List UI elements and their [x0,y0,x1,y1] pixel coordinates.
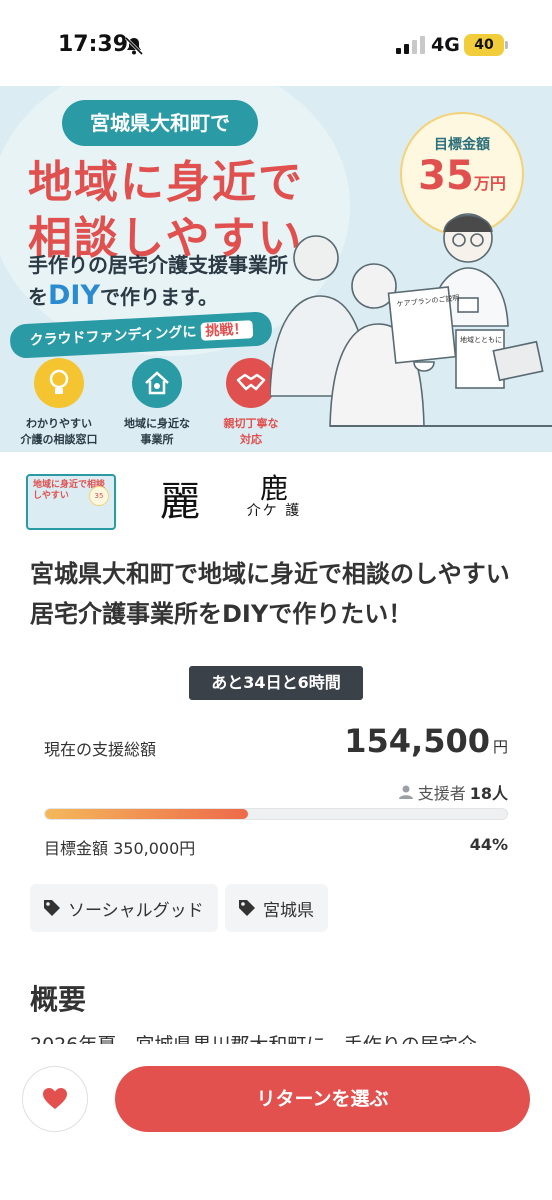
goal-badge-number: 35 [418,153,474,199]
hero-subtitle-line1: 手作りの居宅介護支援事業所 [28,253,288,277]
feature-line2: 介護の相談窓口 [20,433,98,446]
overview-text: 2026年夏、宮城県黒川郡大和町に、手作りの居宅介 [30,1030,530,1044]
tag-social-good[interactable]: ソーシャルグッド [30,884,218,932]
funding-progress-bar [44,808,508,820]
feature-consultation: わかりやすい 介護の相談窓口 [14,358,104,448]
feature-line1: 地域に身近な [124,417,190,430]
goal-badge-label: 目標金額 [434,137,490,153]
logo2-top: 鹿 [259,472,288,505]
hero-location-pill: 宮城県大和町で [62,100,258,146]
goal-amount-text: 目標金額 350,000円 [44,839,196,858]
hero-subtitle-diy: DIY [48,280,101,311]
feature-line2: 事業所 [140,433,174,446]
tag-icon [239,900,255,916]
heart-icon [43,1088,67,1109]
feature-line1: わかりやすい [26,417,92,430]
logo2-bottom: 介ケ 護 [246,503,302,519]
supporters-number: 18人 [469,784,508,803]
hero-subtitle-post: で作ります。 [100,285,219,309]
tag-icon [44,900,60,916]
supporters-count: 支援者 18人 [398,780,508,804]
status-time: 17:39 [58,32,129,57]
house-icon [132,358,182,408]
illustration-doc2-text: 地域とともに [460,335,502,344]
favorite-button[interactable] [22,1066,88,1132]
bell-off-icon [124,36,144,56]
feature-line2: 対応 [240,433,262,446]
signal-icon [396,36,425,54]
raised-label: 現在の支援総額 [44,740,157,759]
select-return-button[interactable]: リターンを選ぶ [115,1066,530,1132]
project-title: 宮城県大和町で地域に身近で相談のしやすい居宅介護事業所をDIYで作りたい！ [30,560,510,628]
handshake-icon [226,358,276,408]
tag-label: 宮城県 [263,900,314,921]
crowdfunding-banner: クラウドファンディングに 挑戦！ [9,311,273,359]
goal-badge-unit: 万円 [473,174,506,193]
crowdfunding-accent: 挑戦！ [199,320,253,341]
funding-progress-fill [45,809,249,819]
thumbnail-logo-2[interactable]: 鹿 介ケ 護 [244,474,304,530]
hero-subtitle-line2: をDIYで作ります。 [28,280,218,311]
raised-amount-unit: 円 [492,738,508,756]
overview-heading: 概要 [30,983,87,1016]
hero-title-line1: 地域に身近で [28,157,304,208]
thumbnail-main[interactable]: 地域に身近で相談しやすい 35 [26,474,116,530]
crowdfunding-text: クラウドファンディングに [29,324,197,349]
lightbulb-icon [34,358,84,408]
tag-miyagi[interactable]: 宮城県 [225,884,328,932]
consultation-illustration: ケアプランのご説明 地域とともに [270,213,552,427]
thumbnail-logo-1[interactable]: 麗 [150,474,210,530]
battery-tip [505,41,508,49]
network-label: 4G [431,34,460,56]
supporters-label: 支援者 [417,784,466,803]
person-icon [398,785,413,799]
feature-text: わかりやすい 介護の相談窓口 [14,416,104,448]
hero-subtitle-pre: を [28,285,48,309]
raised-amount: 154,500 円 [344,722,508,760]
feature-text: 地域に身近な 事業所 [112,416,202,448]
status-bar: 17:39 4G 40 [0,0,552,88]
tag-label: ソーシャルグッド [68,900,204,921]
raised-amount-value: 154,500 [344,722,490,760]
hero-image[interactable]: 宮城県大和町で 地域に身近で 相談しやすい 手作りの居宅介護支援事業所 をDIY… [0,86,552,452]
feature-local: 地域に身近な 事業所 [112,358,202,448]
battery-icon: 40 [464,34,504,56]
thumbnail-badge: 35 [89,486,109,506]
remaining-time-badge: あと34日と6時間 [189,666,363,700]
funding-percent: 44% [469,835,508,854]
